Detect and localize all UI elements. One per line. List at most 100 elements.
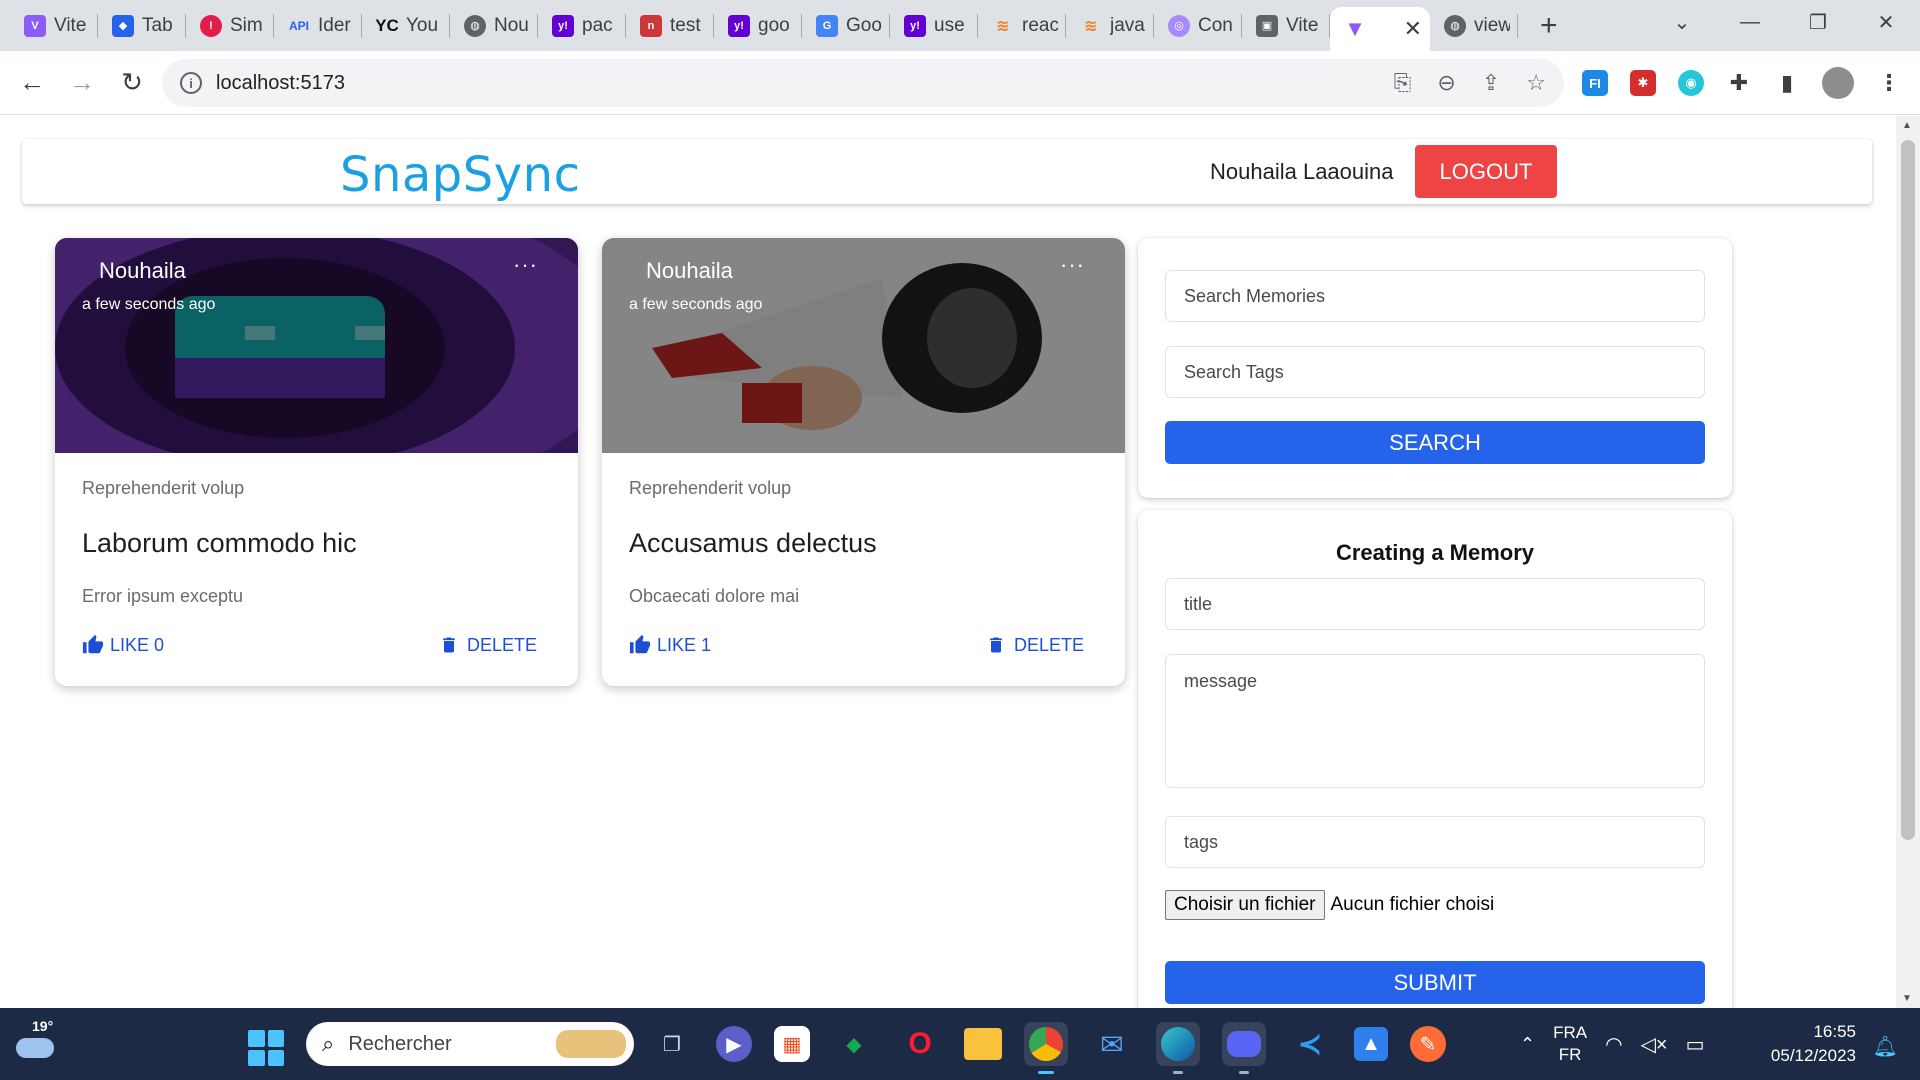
mail-icon[interactable]: ✉ — [1090, 1022, 1134, 1066]
url-text[interactable]: localhost:5173 — [216, 72, 345, 95]
browser-tab[interactable]: YC You — [362, 0, 450, 51]
restore-icon[interactable]: ❐ — [1784, 10, 1852, 35]
scroll-down-icon[interactable]: ▼ — [1902, 993, 1912, 1004]
photos-icon[interactable]: ▲ — [1354, 1027, 1388, 1061]
browser-tab[interactable]: ▣ Vite — [1242, 0, 1330, 51]
browser-tab-active[interactable]: ▼ ✕ — [1330, 7, 1430, 51]
scrollbar-thumb[interactable] — [1901, 140, 1915, 840]
cone-icon: ◎ — [1168, 14, 1190, 37]
browser-tab[interactable]: n test — [626, 0, 714, 51]
new-tab-icon[interactable]: + — [1540, 0, 1558, 51]
browser-tab[interactable]: ! Sim — [186, 0, 274, 51]
opera-icon[interactable]: O — [898, 1022, 942, 1066]
system-clock[interactable]: 16:55 05/12/2023 — [1771, 1020, 1856, 1068]
post-message: Obcaecati dolore mai — [629, 586, 800, 606]
menu-kebab-icon[interactable]: ⋮ — [1876, 70, 1902, 96]
translate-icon: G — [816, 14, 838, 37]
volume-muted-icon[interactable]: ◁× — [1641, 1032, 1668, 1057]
notification-bell-icon[interactable]: 🔔︎ — [1873, 1034, 1898, 1059]
more-options-icon[interactable]: ··· — [1060, 252, 1085, 278]
taskbar-search[interactable]: ⌕ Rechercher — [306, 1022, 634, 1066]
diamond-icon: ◆ — [112, 14, 134, 37]
zoom-icon[interactable]: ⊖ — [1437, 70, 1455, 96]
like-label: LIKE 0 — [110, 634, 165, 655]
thumb-up-icon — [82, 634, 104, 654]
translate-icon[interactable]: ⎘ — [1394, 70, 1412, 96]
discord-icon[interactable] — [1222, 1022, 1266, 1074]
wifi-icon[interactable]: ◠ — [1605, 1032, 1622, 1057]
logout-button[interactable]: LOGOUT — [1415, 145, 1557, 198]
back-icon[interactable]: ← — [10, 61, 54, 105]
address-bar[interactable]: i localhost:5173 ⎘ ⊖ ⇪ ☆ — [162, 59, 1564, 107]
submit-button[interactable]: SUBMIT — [1165, 961, 1705, 1004]
browser-tab[interactable]: y! pac — [538, 0, 626, 51]
language-indicator[interactable]: FRA FR — [1553, 1022, 1587, 1066]
search-memories-input[interactable] — [1165, 270, 1705, 322]
tray-overflow-icon[interactable]: ⌃ — [1520, 1034, 1535, 1055]
yahoo-icon: y! — [904, 14, 926, 37]
fi-extension-icon[interactable]: FI — [1582, 70, 1608, 96]
app-brand[interactable]: SnapSync — [340, 147, 580, 203]
scroll-up-icon[interactable]: ▲ — [1902, 120, 1912, 131]
browser-tab[interactable]: ≋ java — [1066, 0, 1154, 51]
browser-tab[interactable]: ≋ reac — [978, 0, 1066, 51]
search-highlight-image — [556, 1030, 626, 1058]
minimize-icon[interactable]: — — [1716, 11, 1784, 34]
browser-tab[interactable]: ◍ view — [1430, 0, 1518, 51]
user-name: Nouhaila Laaouina — [1210, 159, 1394, 184]
forward-icon[interactable]: → — [60, 61, 104, 105]
form-heading: Creating a Memory — [1335, 540, 1535, 565]
lang-top: FRA — [1553, 1023, 1588, 1042]
browser-tab[interactable]: G Goo — [802, 0, 890, 51]
browser-tab[interactable]: V Vite — [10, 0, 98, 51]
like-button[interactable]: LIKE 0 — [82, 634, 164, 656]
delete-button[interactable]: DELETE — [986, 634, 1084, 656]
search-tags-input[interactable] — [1165, 346, 1705, 398]
browser-tab[interactable]: y! use — [890, 0, 978, 51]
close-window-icon[interactable]: ✕ — [1852, 10, 1920, 35]
battery-icon[interactable]: ▭ — [1686, 1032, 1705, 1057]
site-info-icon[interactable]: i — [180, 72, 202, 94]
edge-icon[interactable] — [1156, 1022, 1200, 1074]
page-scrollbar[interactable]: ▲ ▼ — [1896, 116, 1920, 1008]
circle-extension-icon[interactable]: ◉ — [1678, 70, 1704, 96]
share-icon[interactable]: ⇪ — [1482, 70, 1500, 96]
vite-icon: V — [24, 14, 46, 37]
weather-widget[interactable]: 19° — [14, 1016, 58, 1072]
title-input[interactable] — [1165, 578, 1705, 630]
trash-icon — [443, 637, 455, 653]
delete-button[interactable]: DELETE — [439, 634, 537, 656]
tags-input[interactable] — [1165, 816, 1705, 868]
thumb-up-icon — [629, 634, 651, 654]
store-icon[interactable]: ▦ — [774, 1026, 810, 1062]
file-explorer-icon[interactable] — [964, 1028, 1002, 1060]
browser-tab[interactable]: ◆ Tab — [98, 0, 186, 51]
message-textarea[interactable] — [1165, 654, 1705, 788]
file-status: Aucun fichier choisi — [1330, 894, 1495, 915]
profile-avatar[interactable] — [1822, 67, 1854, 99]
reload-icon[interactable]: ↻ — [110, 61, 154, 105]
browser-tab[interactable]: ◎ Con — [1154, 0, 1242, 51]
browser-tab[interactable]: ◍ Nou — [450, 0, 538, 51]
mongodb-icon[interactable]: ◆ — [832, 1022, 876, 1066]
postman-icon[interactable]: ✎ — [1410, 1026, 1446, 1062]
search-button[interactable]: SEARCH — [1165, 421, 1705, 464]
post-time: a few seconds ago — [82, 296, 216, 313]
choose-file-button[interactable]: Choisir un fichier — [1165, 890, 1325, 920]
red-extension-icon[interactable]: ✱ — [1630, 70, 1656, 96]
side-panel-icon[interactable]: ▮ — [1774, 70, 1800, 96]
tab-search-icon[interactable]: ⌄ — [1648, 10, 1716, 35]
browser-tab[interactable]: y! goo — [714, 0, 802, 51]
browser-tab[interactable]: API Ider — [274, 0, 362, 51]
like-button[interactable]: LIKE 1 — [629, 634, 711, 656]
more-options-icon[interactable]: ··· — [513, 252, 538, 278]
task-view-icon[interactable]: ❐ — [650, 1022, 694, 1066]
bookmark-star-icon[interactable]: ☆ — [1526, 70, 1546, 96]
puzzle-icon[interactable]: ✚ — [1726, 70, 1752, 96]
vscode-icon[interactable]: ≺ — [1288, 1022, 1332, 1066]
teams-chat-icon[interactable]: ▶ — [716, 1026, 752, 1062]
browser-toolbar: ← → ↻ i localhost:5173 ⎘ ⊖ ⇪ ☆ FI ✱ ◉ ✚ … — [0, 51, 1920, 115]
close-tab-icon[interactable]: ✕ — [1404, 16, 1422, 42]
chrome-icon[interactable] — [1024, 1022, 1068, 1074]
windows-start-icon[interactable] — [248, 1030, 284, 1066]
